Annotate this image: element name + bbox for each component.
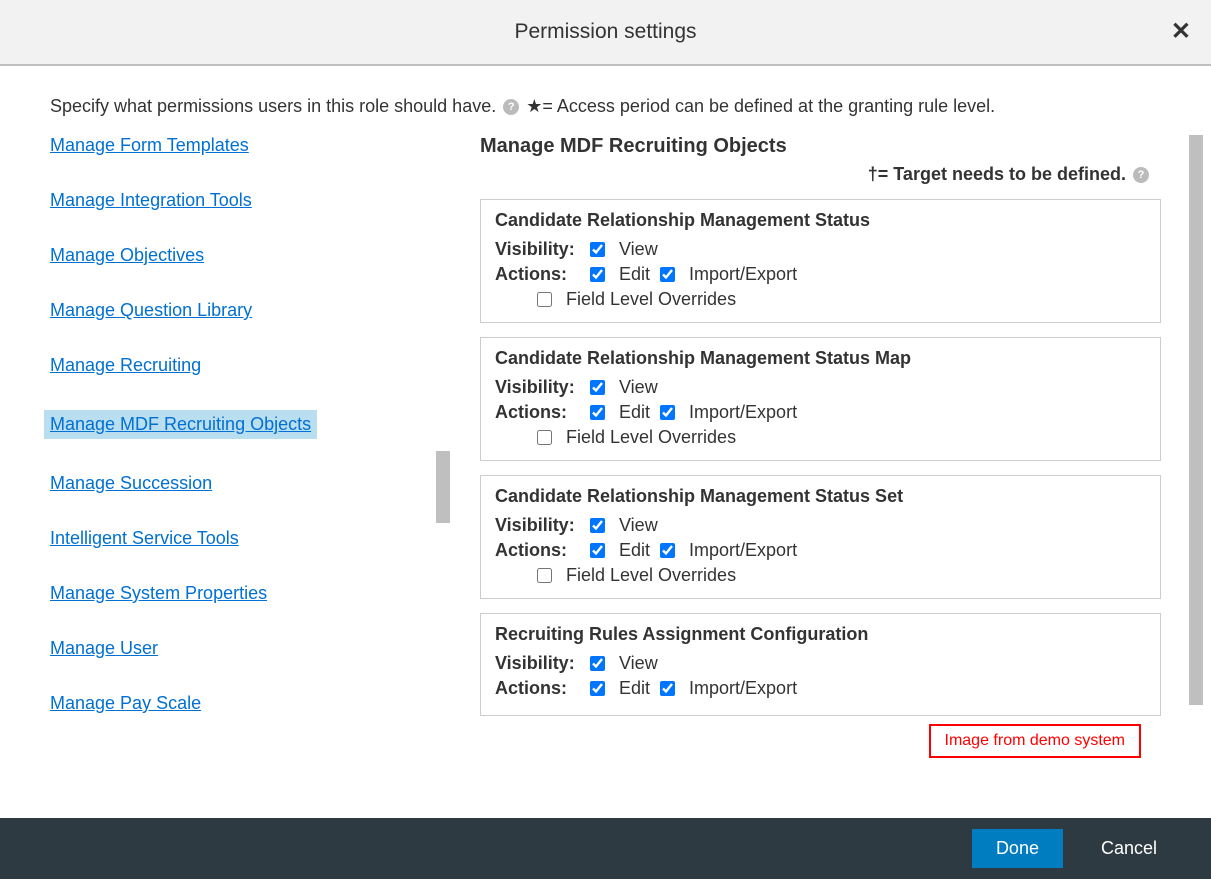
dialog-content: Specify what permissions users in this r… [0,66,1211,818]
import-export-checkbox[interactable] [660,681,675,696]
demo-system-badge: Image from demo system [929,724,1142,758]
sidebar-item-link[interactable]: Manage User [50,638,158,658]
sidebar-item-link[interactable]: Manage System Properties [50,583,267,603]
view-checkbox[interactable] [590,242,605,257]
visibility-label: Visibility: [495,239,590,260]
dialog-header: Permission settings ✕ [0,0,1211,66]
edit-checkbox[interactable] [590,405,605,420]
edit-label: Edit [619,402,650,423]
sidebar-item[interactable]: Manage Recruiting [50,355,420,376]
permission-group-title: Recruiting Rules Assignment Configuratio… [495,624,1146,645]
sidebar-item[interactable]: Manage Question Library [50,300,420,321]
edit-checkbox[interactable] [590,267,605,282]
field-level-overrides-checkbox[interactable] [537,430,552,445]
visibility-row: Visibility: View [495,377,1146,398]
sidebar-item-link[interactable]: Manage MDF Recruiting Objects [50,414,311,434]
sidebar-item-link[interactable]: Manage Question Library [50,300,252,320]
edit-checkbox[interactable] [590,681,605,696]
sidebar-item[interactable]: Manage System Properties [50,583,420,604]
sidebar-item[interactable]: Manage Integration Tools [50,190,420,211]
field-level-overrides-row: Field Level Overrides [495,289,1146,310]
view-label: View [619,377,658,398]
sidebar-item[interactable]: Manage Form Templates [50,135,420,156]
view-label: View [619,239,658,260]
visibility-row: Visibility: View [495,239,1146,260]
import-export-label: Import/Export [689,264,797,285]
sidebar-item-link[interactable]: Manage Recruiting [50,355,201,375]
view-checkbox[interactable] [590,656,605,671]
main-panel: Manage MDF Recruiting Objects †= Target … [440,135,1161,755]
edit-label: Edit [619,540,650,561]
import-export-checkbox[interactable] [660,405,675,420]
help-icon[interactable]: ? [1133,167,1149,183]
field-level-overrides-label: Field Level Overrides [566,427,736,448]
main-heading: Manage MDF Recruiting Objects [480,135,1161,158]
permission-group-title: Candidate Relationship Management Status… [495,348,1146,369]
permission-group: Candidate Relationship Management Status… [480,199,1161,323]
cancel-button[interactable]: Cancel [1077,829,1181,868]
sidebar-item-link[interactable]: Manage Pay Scale [50,693,201,713]
actions-label: Actions: [495,402,590,423]
field-level-overrides-row: Field Level Overrides [495,565,1146,586]
sidebar-item-link[interactable]: Manage Objectives [50,245,204,265]
visibility-row: Visibility: View [495,653,1146,674]
permission-group: Recruiting Rules Assignment Configuratio… [480,613,1161,716]
import-export-checkbox[interactable] [660,543,675,558]
sub-heading-text: †= Target needs to be defined. [868,164,1126,184]
import-export-label: Import/Export [689,402,797,423]
permission-group: Candidate Relationship Management Status… [480,337,1161,461]
field-level-overrides-label: Field Level Overrides [566,289,736,310]
actions-row: Actions: Edit Import/Export [495,678,1146,699]
visibility-label: Visibility: [495,653,590,674]
close-icon[interactable]: ✕ [1171,20,1191,44]
done-button[interactable]: Done [972,829,1063,868]
actions-row: Actions: Edit Import/Export [495,264,1146,285]
main-scrollbar-thumb[interactable] [1189,135,1203,705]
visibility-label: Visibility: [495,377,590,398]
field-level-overrides-label: Field Level Overrides [566,565,736,586]
visibility-row: Visibility: View [495,515,1146,536]
sidebar-item[interactable]: Intelligent Service Tools [50,528,420,549]
dialog-footer: Done Cancel [0,818,1211,879]
edit-label: Edit [619,264,650,285]
intro-text: Specify what permissions users in this r… [50,96,1161,117]
actions-row: Actions: Edit Import/Export [495,402,1146,423]
sidebar-item-link[interactable]: Manage Form Templates [50,135,249,155]
dialog-title: Permission settings [514,20,696,44]
sidebar-item[interactable]: Manage MDF Recruiting Objects [44,410,317,439]
sidebar: Manage Form Templates Manage Integration … [50,135,440,755]
view-checkbox[interactable] [590,380,605,395]
field-level-overrides-checkbox[interactable] [537,568,552,583]
import-export-label: Import/Export [689,540,797,561]
actions-label: Actions: [495,540,590,561]
actions-label: Actions: [495,678,590,699]
sidebar-item-link[interactable]: Intelligent Service Tools [50,528,239,548]
view-checkbox[interactable] [590,518,605,533]
intro-text-after: ★= Access period can be defined at the g… [526,96,995,116]
view-label: View [619,515,658,536]
sidebar-item[interactable]: Manage Objectives [50,245,420,266]
visibility-label: Visibility: [495,515,590,536]
sidebar-item-link[interactable]: Manage Integration Tools [50,190,252,210]
permission-group: Candidate Relationship Management Status… [480,475,1161,599]
sidebar-item[interactable]: Manage Pay Scale [50,693,420,714]
edit-checkbox[interactable] [590,543,605,558]
sidebar-item-link[interactable]: Manage Succession [50,473,212,493]
intro-text-before: Specify what permissions users in this r… [50,96,496,116]
actions-row: Actions: Edit Import/Export [495,540,1146,561]
sidebar-item[interactable]: Manage User [50,638,420,659]
sidebar-item[interactable]: Manage Succession [50,473,420,494]
field-level-overrides-checkbox[interactable] [537,292,552,307]
import-export-checkbox[interactable] [660,267,675,282]
sub-heading: †= Target needs to be defined. ? [480,164,1161,185]
import-export-label: Import/Export [689,678,797,699]
actions-label: Actions: [495,264,590,285]
permission-group-title: Candidate Relationship Management Status… [495,486,1146,507]
edit-label: Edit [619,678,650,699]
help-icon[interactable]: ? [503,99,519,115]
view-label: View [619,653,658,674]
field-level-overrides-row: Field Level Overrides [495,427,1146,448]
permission-group-title: Candidate Relationship Management Status [495,210,1146,231]
sidebar-list: Manage Form Templates Manage Integration … [50,135,420,714]
